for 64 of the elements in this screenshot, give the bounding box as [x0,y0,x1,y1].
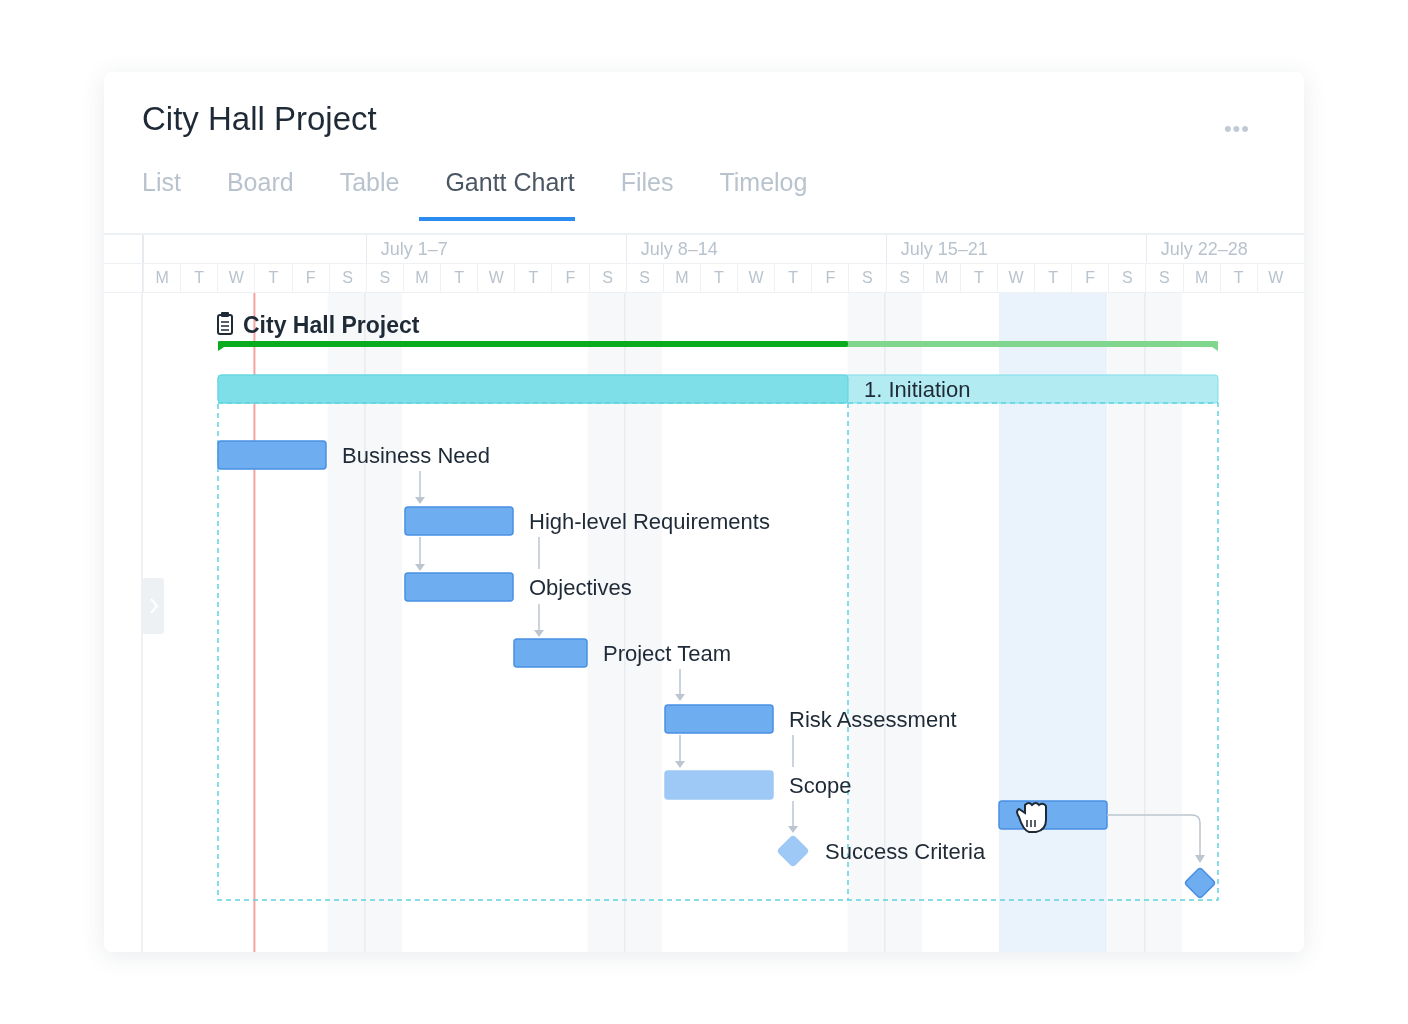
day-label: M [662,264,700,292]
task-label: Objectives [529,575,632,600]
dependency-arrow [534,603,544,637]
task-label: Scope [789,773,852,798]
phase-bar[interactable] [217,374,1219,404]
day-label: W [737,264,775,292]
day-label: M [922,264,960,292]
more-icon[interactable]: ••• [1223,116,1250,142]
day-label: T [1219,264,1257,292]
clipboard-icon [217,312,233,335]
day-label: S [328,264,366,292]
day-label: W [477,264,515,292]
dependency-arrow [415,536,425,571]
dependency-arrow [675,668,685,701]
day-label: T [180,264,218,292]
phase-label: 1. Initiation [864,377,971,402]
day-label: F [1071,264,1109,292]
project-bar[interactable] [218,341,1218,351]
day-label: S [588,264,626,292]
day-label: T [254,264,292,292]
day-label: M [143,264,181,292]
day-label: W [996,264,1034,292]
dependency-arrow [675,734,685,768]
day-label: W [1256,264,1294,292]
day-label: M [1182,264,1220,292]
task-label: Risk Assessment [789,707,957,732]
view-tab[interactable]: Timelog [719,168,808,221]
task-label: Business Need [342,443,490,468]
day-label: T [774,264,812,292]
dependency-arrow [415,470,425,504]
day-label: F [811,264,849,292]
view-tab[interactable]: List [142,168,181,221]
week-label: July 22–28 [1145,235,1304,263]
day-label: S [1145,264,1183,292]
day-label: T [514,264,552,292]
project-label: City Hall Project [243,312,420,338]
view-tab[interactable]: Gantt Chart [419,168,575,221]
week-label: July 15–21 [885,235,1146,263]
day-label: F [551,264,589,292]
day-label: T [1034,264,1072,292]
dependency-line [538,536,540,570]
day-label: S [885,264,923,292]
task-label: Project Team [603,641,731,666]
view-tab[interactable]: Board [226,168,294,221]
week-label: July 1–7 [365,235,626,263]
day-label: T [440,264,478,292]
task-label: High-level Requirements [529,509,770,534]
view-tab[interactable]: Files [620,168,674,221]
project-title: City Hall Project [142,99,377,139]
day-label: S [848,264,886,292]
view-tab[interactable]: Table [339,168,400,221]
day-label: T [699,264,737,292]
day-label: S [625,264,663,292]
day-label: S [1108,264,1146,292]
task-label: Success Criteria [825,839,986,864]
day-label: M [402,264,440,292]
day-label: W [217,264,255,292]
week-label: July 8–14 [625,235,886,263]
day-label: T [959,264,997,292]
day-label: F [291,264,329,292]
dependency-line [792,734,794,768]
milestone-diamond[interactable] [1183,866,1217,900]
day-label: S [365,264,403,292]
dependency-arrow [788,800,798,833]
